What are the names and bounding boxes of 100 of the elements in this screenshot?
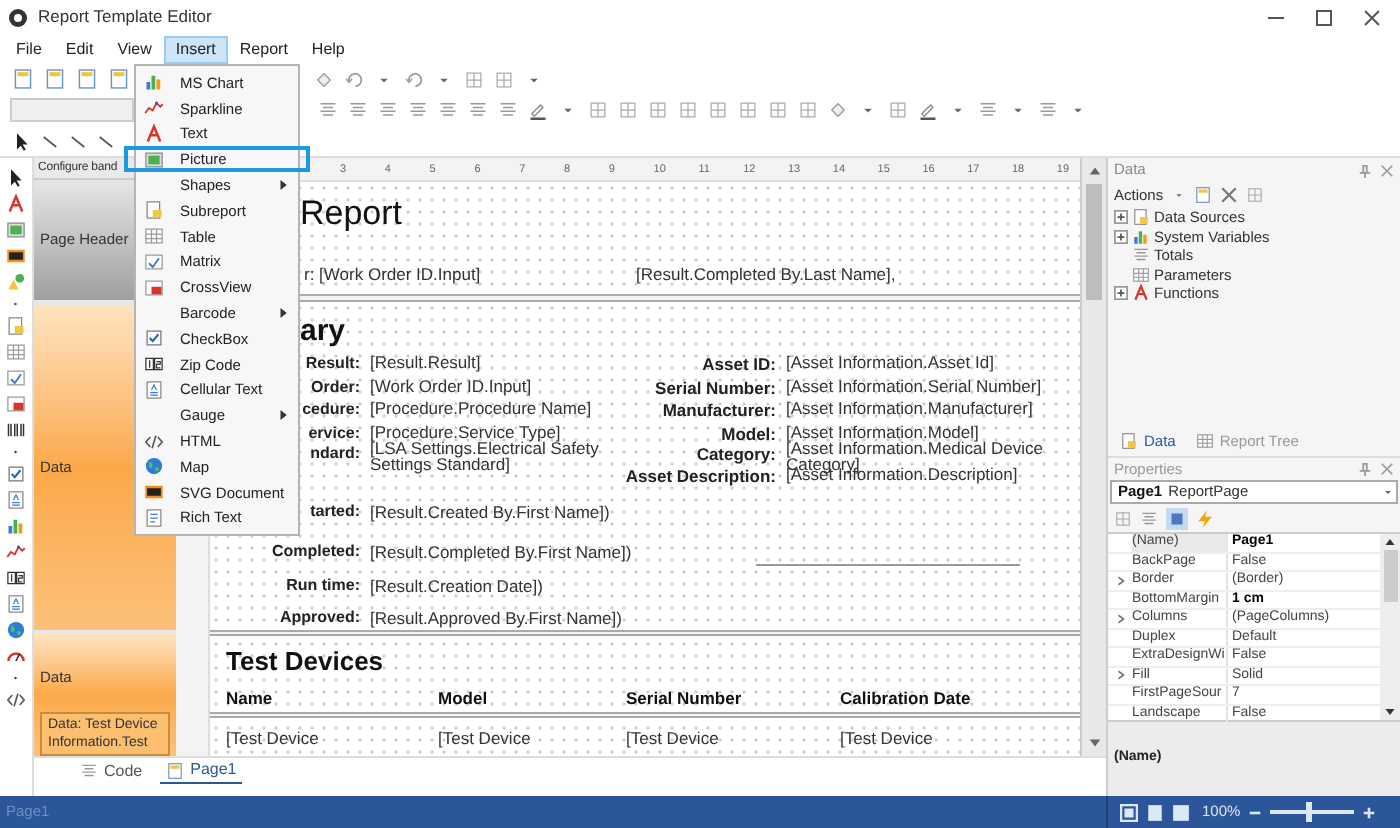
table-icon[interactable] <box>6 342 26 362</box>
border-icon[interactable] <box>708 100 728 121</box>
close-icon[interactable] <box>1362 7 1382 27</box>
line-tool-icon[interactable] <box>96 131 116 152</box>
fit-page-icon[interactable] <box>1120 803 1138 821</box>
cellular-text-icon[interactable] <box>6 594 26 614</box>
zip-code-icon[interactable] <box>6 568 26 588</box>
border-icon[interactable] <box>618 100 638 121</box>
expand-icon[interactable] <box>1114 229 1128 244</box>
chevron-icon[interactable] <box>1115 575 1125 586</box>
undo-icon[interactable] <box>344 69 364 90</box>
undo-icon[interactable] <box>404 69 424 90</box>
field-text: [Procedure.Service Type] <box>370 424 561 440</box>
pin-icon[interactable] <box>1358 462 1372 476</box>
border-icon[interactable] <box>768 100 788 121</box>
border-icon[interactable] <box>494 69 514 90</box>
categorized-icon[interactable] <box>1166 507 1188 529</box>
barcode-icon[interactable] <box>6 420 26 440</box>
document-icon[interactable] <box>76 68 98 91</box>
document-tab[interactable]: Code <box>74 758 149 784</box>
scroll-thumb[interactable] <box>1383 550 1397 602</box>
lightning-icon[interactable] <box>1196 509 1214 527</box>
align-icon[interactable] <box>1140 509 1158 527</box>
field-text: [Work Order ID.Input] <box>370 378 532 394</box>
menu-item[interactable]: File <box>4 35 54 63</box>
chevron-icon[interactable] <box>1115 670 1125 681</box>
align-icon[interactable] <box>408 100 428 121</box>
sparkline-icon[interactable] <box>6 542 26 562</box>
pin-icon[interactable] <box>1358 163 1372 177</box>
matrix-icon[interactable] <box>6 368 26 388</box>
document-tab[interactable]: Page1 <box>160 758 243 784</box>
expand-icon[interactable] <box>1114 210 1128 225</box>
field-label: Order: <box>311 378 360 398</box>
caret-icon[interactable] <box>1171 188 1186 202</box>
pen-color-icon[interactable] <box>918 100 938 121</box>
window-title: Report Template Editor <box>38 4 212 30</box>
line-tool-icon[interactable] <box>68 131 88 152</box>
field-text: [Result.Creation Date]) <box>370 576 543 596</box>
svg-document-icon <box>144 482 164 503</box>
text-tool-icon[interactable] <box>6 194 26 214</box>
document-icon[interactable] <box>12 68 34 91</box>
align-icon[interactable] <box>348 100 368 121</box>
pointer-icon[interactable] <box>6 168 26 188</box>
field-text: [Result.Completed By.First Name]) <box>370 542 632 562</box>
align-icon[interactable] <box>978 100 998 121</box>
pointer-icon[interactable] <box>12 131 32 152</box>
delete-icon[interactable] <box>1219 186 1238 204</box>
field-label: Model: <box>719 424 776 444</box>
menu-item[interactable]: Edit <box>53 35 106 63</box>
align-icon[interactable] <box>468 100 488 121</box>
align-icon <box>80 762 98 780</box>
table-icon <box>1195 432 1214 450</box>
line-tool-icon[interactable] <box>40 131 60 152</box>
more-icon[interactable] <box>10 298 22 310</box>
zoom-in-icon[interactable] <box>1362 805 1377 819</box>
align-icon[interactable] <box>378 100 398 121</box>
menu-item[interactable]: Insert <box>163 35 228 63</box>
slider-thumb[interactable] <box>1305 802 1312 822</box>
scroll-down-icon[interactable] <box>1384 706 1396 718</box>
gauge-icon[interactable] <box>6 646 26 666</box>
code-brackets-icon[interactable] <box>6 690 26 710</box>
more-icon[interactable] <box>10 446 22 458</box>
border-icon[interactable] <box>588 100 608 121</box>
border-icon[interactable] <box>798 100 818 121</box>
border-icon[interactable] <box>738 100 758 121</box>
border-icon[interactable] <box>648 100 668 121</box>
expand-icon[interactable] <box>1114 286 1128 301</box>
subreport-icon[interactable] <box>6 316 26 336</box>
globe-icon[interactable] <box>6 620 26 640</box>
menu-item[interactable]: Report <box>227 35 300 63</box>
align-icon[interactable] <box>318 100 338 121</box>
document-icon[interactable] <box>44 68 66 91</box>
align-icon[interactable] <box>498 100 518 121</box>
font-field[interactable] <box>10 98 134 123</box>
align-icon[interactable] <box>1038 100 1058 121</box>
crossview-icon[interactable] <box>6 394 26 414</box>
document-icon[interactable] <box>1193 186 1212 204</box>
field-label: Asset ID: <box>700 354 776 374</box>
svg-document-icon[interactable] <box>6 246 26 266</box>
more-icon[interactable] <box>10 672 22 684</box>
menu-item[interactable]: View <box>105 35 164 63</box>
chevron-icon[interactable] <box>1115 613 1125 624</box>
align-icon[interactable] <box>438 100 458 121</box>
field-text: [Test Device <box>226 726 319 752</box>
scroll-up-icon[interactable] <box>1087 164 1101 178</box>
subreport-icon <box>1132 208 1150 227</box>
maximize-icon[interactable] <box>1314 7 1334 27</box>
checkbox-icon[interactable] <box>6 464 26 484</box>
bar-chart-icon[interactable] <box>6 516 26 536</box>
menu-item[interactable]: Help <box>299 35 357 63</box>
document-icon[interactable] <box>108 68 130 91</box>
scroll-thumb[interactable] <box>1086 184 1102 300</box>
border-icon[interactable] <box>888 100 908 121</box>
border-icon[interactable] <box>678 100 698 121</box>
zip-code-icon <box>144 354 164 375</box>
pen-color-icon[interactable] <box>528 100 548 121</box>
scroll-down-icon[interactable] <box>1087 736 1101 750</box>
border-icon[interactable] <box>464 69 484 90</box>
field-label: Run time: <box>286 576 360 596</box>
cellular-text-icon[interactable] <box>6 490 26 510</box>
